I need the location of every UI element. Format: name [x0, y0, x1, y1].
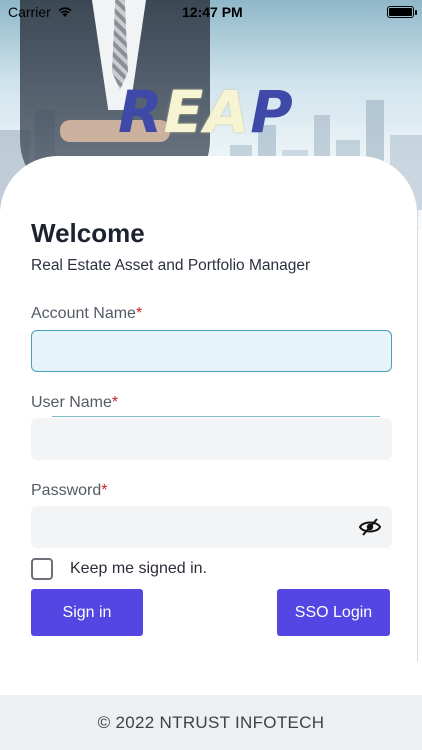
required-marker: *: [101, 482, 108, 499]
user-name-input[interactable]: [31, 418, 392, 460]
password-input[interactable]: [31, 506, 392, 548]
eye-slash-icon[interactable]: [358, 517, 382, 537]
status-bar: Carrier 12:47 PM: [0, 0, 422, 24]
carrier-label: Carrier: [8, 4, 51, 20]
sso-login-button[interactable]: SSO Login: [277, 589, 390, 636]
battery-icon: [387, 6, 417, 18]
keep-signed-in-label: Keep me signed in.: [70, 560, 207, 577]
required-marker: *: [135, 305, 143, 322]
page-title: Welcome: [31, 218, 145, 248]
clock: 12:47 PM: [182, 4, 243, 20]
sign-in-button[interactable]: Sign in: [31, 589, 143, 636]
page-subtitle: Real Estate Asset and Portfolio Manager: [31, 257, 311, 274]
footer-copyright: © 2022 NTRUST INFOTECH: [0, 695, 422, 750]
account-name-input[interactable]: [31, 330, 392, 372]
account-name-label: Account Name*: [31, 305, 143, 322]
reap-logo: REAP: [118, 78, 294, 146]
password-label: Password*: [31, 482, 108, 499]
keep-signed-in-checkbox[interactable]: [31, 558, 53, 580]
wifi-icon: [58, 7, 72, 17]
field-underline: [52, 416, 380, 417]
required-marker: *: [111, 394, 119, 411]
user-name-label: User Name*: [31, 394, 119, 411]
